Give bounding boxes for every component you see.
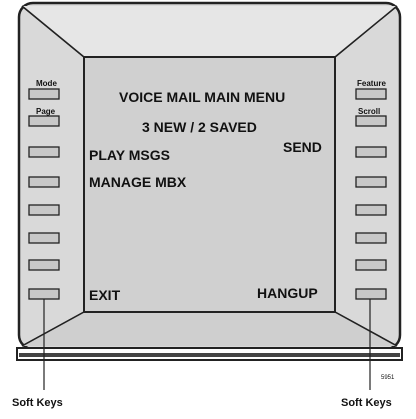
right-soft-key-4[interactable] bbox=[355, 176, 387, 188]
phone-display-diagram: VOICE MAIL MAIN MENU 3 NEW / 2 SAVED PLA… bbox=[0, 0, 416, 414]
softkey-option-play-msgs[interactable]: PLAY MSGS bbox=[89, 147, 170, 163]
screen-title: VOICE MAIL MAIN MENU bbox=[119, 89, 286, 105]
left-soft-key-6[interactable] bbox=[28, 232, 60, 244]
figure-number: 5951 bbox=[381, 375, 395, 381]
bevel-face-bottom bbox=[22, 312, 397, 346]
feature-key-label: Feature bbox=[357, 79, 386, 88]
left-soft-key-8[interactable] bbox=[28, 288, 60, 300]
display-base-shadow bbox=[19, 353, 400, 357]
screen-status: 3 NEW / 2 SAVED bbox=[142, 119, 257, 135]
right-soft-key-6[interactable] bbox=[355, 232, 387, 244]
right-soft-keys-caption: Soft Keys bbox=[341, 397, 392, 409]
right-soft-key-5[interactable] bbox=[355, 204, 387, 216]
left-soft-keys-caption: Soft Keys bbox=[12, 397, 63, 409]
softkey-option-exit[interactable]: EXIT bbox=[89, 287, 120, 303]
left-soft-key-5[interactable] bbox=[28, 204, 60, 216]
right-soft-key-8[interactable] bbox=[355, 288, 387, 300]
right-soft-key-7[interactable] bbox=[355, 259, 387, 271]
softkey-option-hangup[interactable]: HANGUP bbox=[257, 285, 318, 301]
softkey-option-manage-mbx[interactable]: MANAGE MBX bbox=[89, 174, 186, 190]
bevel-face-top bbox=[22, 6, 397, 57]
right-soft-key-2[interactable] bbox=[355, 115, 387, 127]
right-soft-key-1[interactable] bbox=[355, 88, 387, 100]
display-bezel-drawing bbox=[16, 1, 403, 390]
left-soft-key-1[interactable] bbox=[28, 88, 60, 100]
left-soft-key-4[interactable] bbox=[28, 176, 60, 188]
softkey-option-send[interactable]: SEND bbox=[283, 139, 322, 155]
left-soft-key-3[interactable] bbox=[28, 146, 60, 158]
scroll-key-label: Scroll bbox=[358, 107, 381, 116]
left-soft-key-7[interactable] bbox=[28, 259, 60, 271]
right-soft-key-3[interactable] bbox=[355, 146, 387, 158]
left-soft-key-2[interactable] bbox=[28, 115, 60, 127]
page-key-label: Page bbox=[36, 107, 56, 116]
mode-key-label: Mode bbox=[36, 79, 57, 88]
